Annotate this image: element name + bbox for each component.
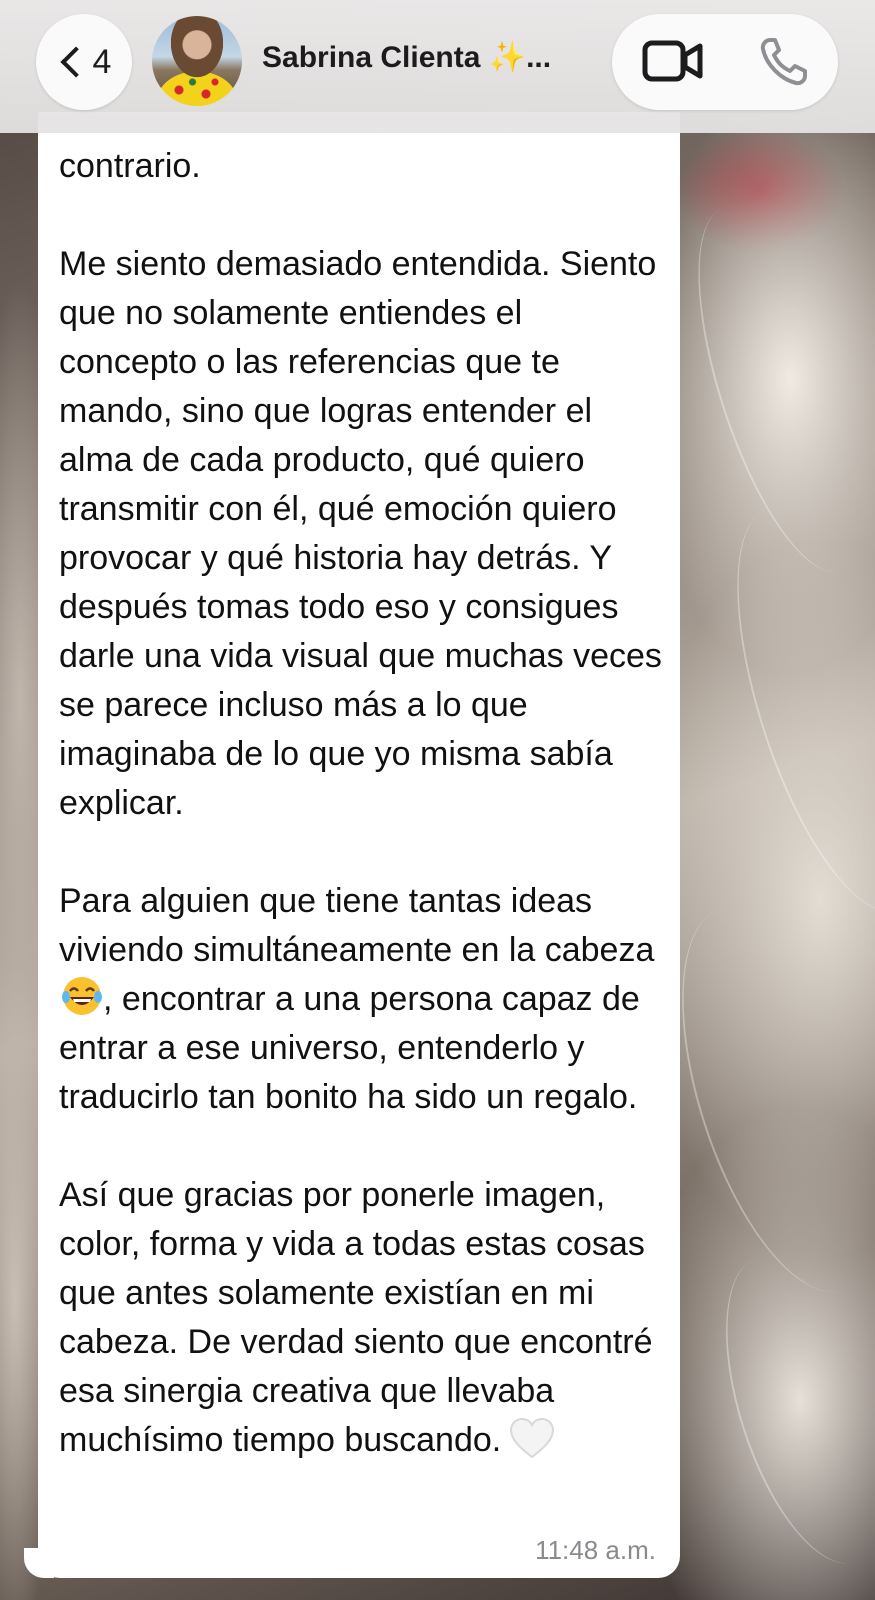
message-paragraph: Para alguien que tiene tantas ideas vivi… — [59, 877, 669, 1122]
message-text-segment: Así que gracias por ponerle imagen, colo… — [59, 1176, 653, 1459]
avatar-image — [152, 66, 242, 106]
message-bubble[interactable]: contrario. Me siento demasiado entendida… — [38, 112, 680, 1578]
laughing-tears-emoji — [61, 975, 103, 1017]
message-text-segment: Para alguien que tiene tantas ideas vivi… — [59, 882, 655, 969]
message-paragraph: Me siento demasiado entendida. Siento qu… — [59, 245, 662, 822]
message-timestamp: 11:48 a.m. — [535, 1535, 656, 1565]
message-text: contrario. Me siento demasiado entendida… — [59, 130, 669, 1465]
back-button[interactable]: 4 — [36, 14, 132, 110]
message-paragraph: Así que gracias por ponerle imagen, colo… — [59, 1171, 669, 1465]
video-camera-icon[interactable] — [642, 40, 704, 87]
avatar[interactable] — [152, 16, 242, 106]
contact-name[interactable]: Sabrina Clienta ✨... — [262, 40, 551, 75]
phone-icon[interactable] — [758, 36, 810, 93]
chevron-left-icon — [59, 46, 92, 78]
message-paragraph: contrario. — [59, 147, 201, 185]
chat-header: 4 Sabrina Clienta ✨... — [0, 0, 875, 133]
message-text-segment: , encontrar a una persona capaz de entra… — [59, 980, 640, 1116]
white-heart-emoji — [509, 1417, 555, 1459]
call-actions — [612, 14, 838, 110]
unread-count: 4 — [92, 42, 112, 81]
